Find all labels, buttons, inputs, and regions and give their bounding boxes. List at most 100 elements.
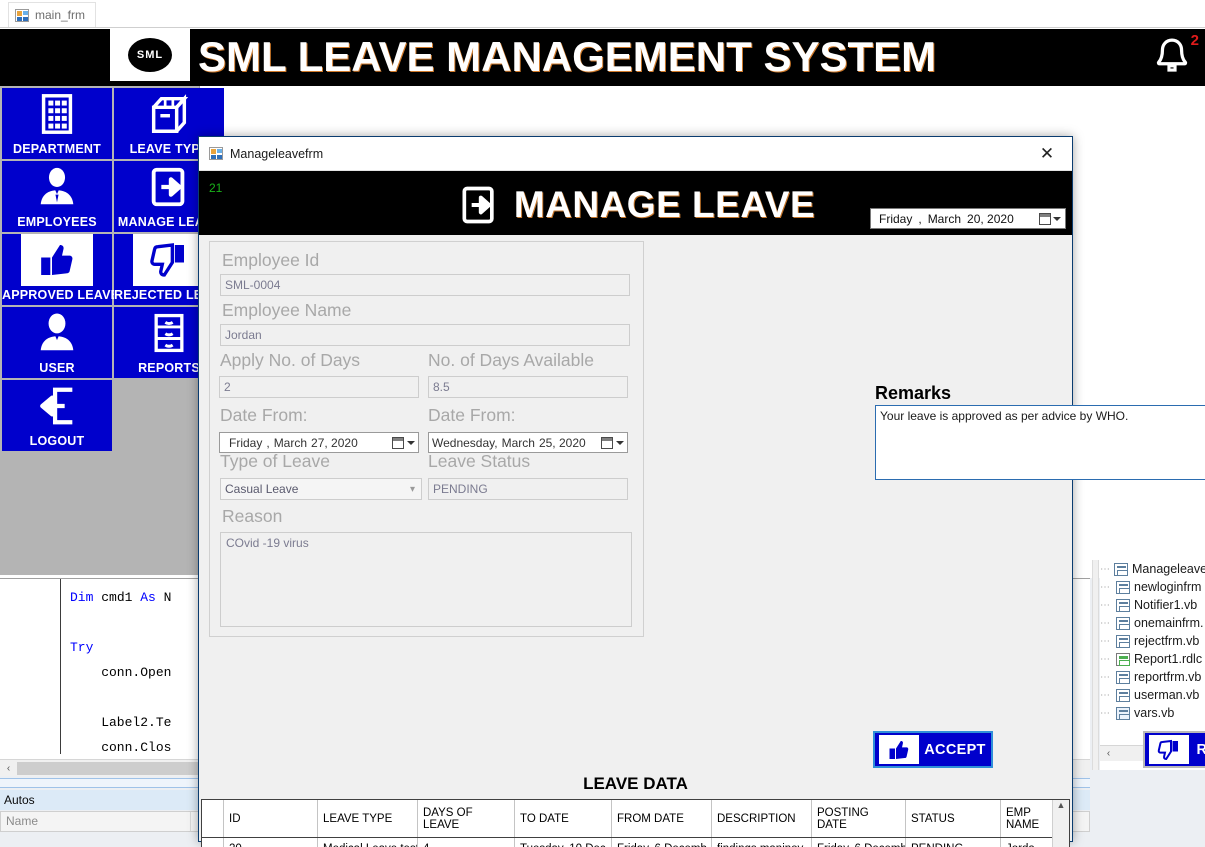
tree-expander[interactable]: ⋯ xyxy=(1100,654,1112,665)
grid-column-header[interactable]: LEAVE TYPE xyxy=(318,800,418,837)
grid-column-header[interactable]: FROM DATE xyxy=(612,800,712,837)
table-cell[interactable]: Friday, 6 Decemb... xyxy=(612,838,712,847)
tree-expander[interactable]: ⋯ xyxy=(1100,690,1112,701)
leave-status-field[interactable]: PENDING xyxy=(428,478,628,500)
grid-column-header[interactable]: DESCRIPTION xyxy=(712,800,812,837)
date-from-calendar-button[interactable] xyxy=(392,436,418,449)
thumbs-down-icon xyxy=(133,234,205,286)
date-to-picker[interactable]: Wednesday, March 25, 2020 xyxy=(428,432,628,453)
chevron-down-icon-from xyxy=(407,440,415,445)
sidebar-item-logout[interactable]: LOGOUT xyxy=(2,380,112,451)
sidebar-item-user[interactable]: USER xyxy=(2,307,112,378)
accept-button[interactable]: ACCEPT xyxy=(873,731,993,768)
solution-file-row[interactable]: ⋯ Manageleave xyxy=(1100,560,1205,578)
grid-column-header[interactable]: ID xyxy=(224,800,318,837)
solution-file-row[interactable]: ⋯ reportfrm.vb xyxy=(1100,668,1205,686)
sidebar-label-logout: LOGOUT xyxy=(2,432,112,451)
solution-file-row[interactable]: ⋯ newloginfrm xyxy=(1100,578,1205,596)
leave-data-title: LEAVE DATA xyxy=(583,774,688,793)
banner-title: MANAGE LEAVE xyxy=(513,184,816,225)
label-days-available: No. of Days Available xyxy=(428,350,595,370)
tree-expander[interactable]: ⋯ xyxy=(1100,708,1112,719)
solution-file-row[interactable]: ⋯ Notifier1.vb xyxy=(1100,596,1205,614)
scroll-left-icon-2[interactable]: ‹ xyxy=(1100,748,1117,759)
calendar-icon xyxy=(1039,212,1051,225)
date-to-calendar-button[interactable] xyxy=(601,436,627,449)
sidebar-label-approved-leave: APPROVED LEAVE xyxy=(2,286,119,305)
employee-id-field[interactable]: SML-0004 xyxy=(220,274,630,296)
vb-file-icon xyxy=(1116,598,1130,612)
exit-arrow-icon xyxy=(145,161,193,213)
solution-file-row[interactable]: ⋯ Report1.rdlc xyxy=(1100,650,1205,668)
thumbs-up-icon-accept xyxy=(879,735,919,764)
sidebar-label-employees: EMPLOYEES xyxy=(2,213,112,232)
notification-area[interactable]: 2 xyxy=(1149,32,1199,80)
close-icon[interactable]: ✕ xyxy=(1026,139,1068,169)
table-cell[interactable]: PENDING xyxy=(906,838,1001,847)
code-text: Dim cmd1 As N Try conn.Open Label2.Te co… xyxy=(70,590,172,805)
sidebar-item-department[interactable]: DEPARTMENT xyxy=(2,88,112,159)
tree-expander[interactable]: ⋯ xyxy=(1100,582,1112,593)
solution-file-row[interactable]: ⋯ userman.vb xyxy=(1100,686,1205,704)
solution-file-row[interactable]: ⋯ vars.vb xyxy=(1100,704,1205,722)
label-date-to: Date From: xyxy=(428,405,516,425)
table-row[interactable]: 20Medical Leave test4Tuesday, 10 Dec...F… xyxy=(202,838,1069,847)
table-cell[interactable]: Friday, 6 Decemb... xyxy=(812,838,906,847)
solution-explorer-scroll-grip[interactable] xyxy=(1092,560,1099,770)
grid-column-header[interactable]: STATUS xyxy=(906,800,1001,837)
bell-icon[interactable] xyxy=(1149,34,1195,80)
table-cell[interactable]: Tuesday, 10 Dec... xyxy=(515,838,612,847)
scroll-left-icon[interactable]: ‹ xyxy=(0,763,17,774)
date-from-picker[interactable]: Friday , March 27, 2020 xyxy=(219,432,419,453)
type-of-leave-select[interactable]: Casual Leave ▾ xyxy=(220,478,422,500)
row-selector[interactable] xyxy=(202,838,224,847)
label-employee-id: Employee Id xyxy=(222,250,320,270)
solution-file-row[interactable]: ⋯ rejectfrm.vb xyxy=(1100,632,1205,650)
nav-grid: DEPARTMENT LEAVE TYPE EMPLOYEES MANAGE L… xyxy=(2,88,228,451)
header-date-picker[interactable]: Friday , March 20, 2020 xyxy=(870,208,1066,229)
solution-file-row[interactable]: ⋯ onemainfrm. xyxy=(1100,614,1205,632)
solution-file-label: userman.vb xyxy=(1134,688,1200,702)
tree-expander[interactable]: ⋯ xyxy=(1100,618,1112,629)
solution-file-label: reportfrm.vb xyxy=(1134,670,1202,684)
grid-column-header[interactable]: DAYS OF LEAVE xyxy=(418,800,515,837)
tree-expander[interactable]: ⋯ xyxy=(1100,600,1112,611)
employee-name-field[interactable]: Jordan xyxy=(220,324,630,346)
tree-expander[interactable]: ⋯ xyxy=(1100,564,1110,575)
tree-expander[interactable]: ⋯ xyxy=(1100,636,1112,647)
leave-data-grid[interactable]: ID LEAVE TYPE DAYS OF LEAVE TO DATE FROM DAT… xyxy=(201,799,1070,847)
grid-vertical-scrollbar[interactable]: ▲ ▼ xyxy=(1052,800,1069,847)
exit-arrow-icon-banner xyxy=(462,186,494,224)
table-cell[interactable]: 4 xyxy=(418,838,515,847)
grid-column-header[interactable]: POSTING DATE xyxy=(812,800,906,837)
chevron-down-icon-leave-type[interactable]: ▾ xyxy=(404,484,421,495)
box-icon xyxy=(144,88,194,140)
table-cell[interactable]: 20 xyxy=(224,838,318,847)
apply-days-field[interactable]: 2 xyxy=(219,376,419,398)
header-date-comma: , xyxy=(918,211,922,226)
ide-tab-main-frm[interactable]: main_frm xyxy=(8,2,97,27)
date-to-day: Wednesday, xyxy=(432,435,498,450)
sidebar-item-employees[interactable]: EMPLOYEES xyxy=(2,161,112,232)
vb-file-icon xyxy=(1114,562,1128,576)
code-gutter-line xyxy=(60,579,61,754)
table-cell[interactable]: findings maninoy xyxy=(712,838,812,847)
tree-expander[interactable]: ⋯ xyxy=(1100,672,1112,683)
grid-body[interactable]: 20Medical Leave test4Tuesday, 10 Dec...F… xyxy=(202,838,1069,847)
reject-button[interactable]: REJECT xyxy=(1143,731,1205,768)
sidebar-item-approved-leave[interactable]: APPROVED LEAVE xyxy=(2,234,119,305)
scroll-up-icon[interactable]: ▲ xyxy=(1057,800,1066,810)
remarks-field[interactable]: Your leave is approved as per advice by … xyxy=(875,405,1205,480)
grid-column-header[interactable]: TO DATE xyxy=(515,800,612,837)
report-file-icon xyxy=(1116,652,1130,666)
dialog-title-bar[interactable]: Manageleavefrm ✕ xyxy=(199,137,1072,171)
table-cell[interactable]: Jorda xyxy=(1001,838,1053,847)
reason-field[interactable]: COvid -19 virus xyxy=(220,532,632,627)
chevron-down-icon-to xyxy=(616,440,624,445)
grid-column-header[interactable]: EMP NAME xyxy=(1001,800,1053,837)
grid-corner-header[interactable] xyxy=(202,800,224,837)
days-available-field[interactable]: 8.5 xyxy=(428,376,628,398)
user-tie-icon xyxy=(33,161,81,213)
header-calendar-button[interactable] xyxy=(1035,209,1065,228)
table-cell[interactable]: Medical Leave test xyxy=(318,838,418,847)
